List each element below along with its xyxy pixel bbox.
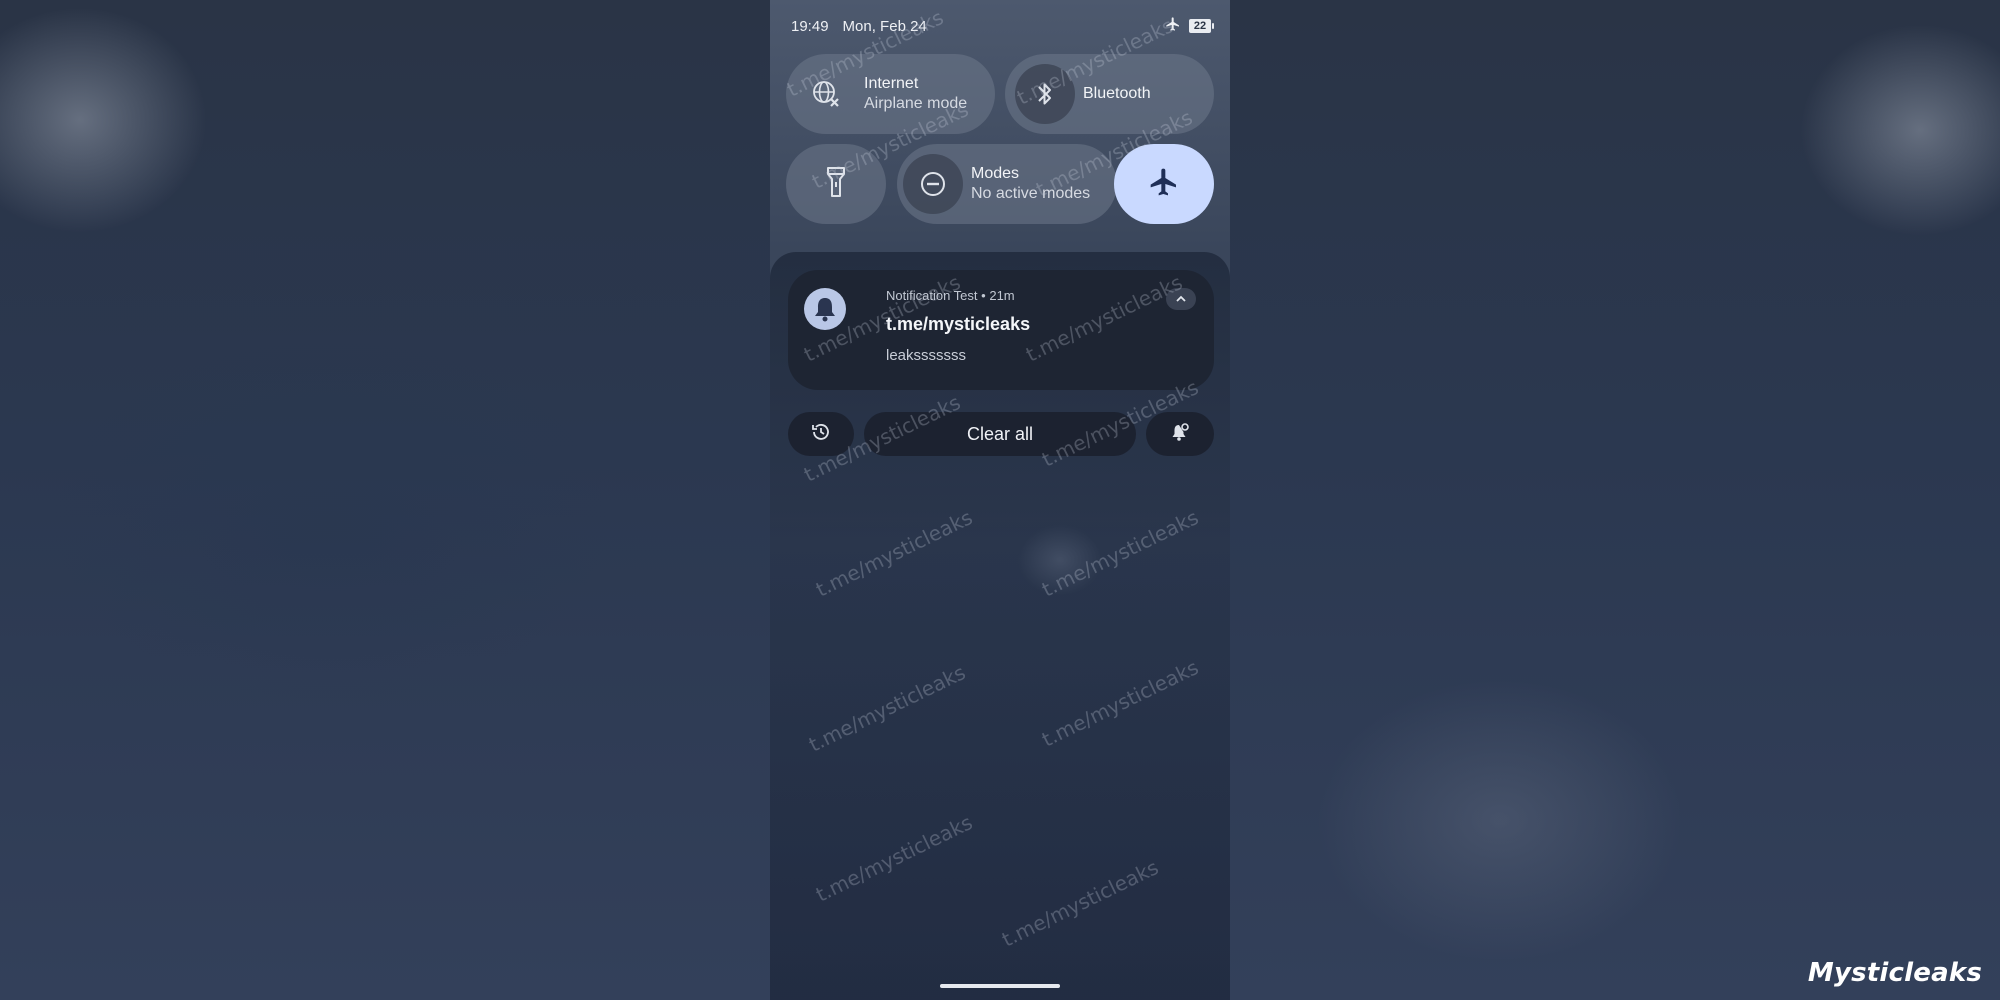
internet-title: Internet (864, 75, 919, 92)
airplane-icon (1148, 166, 1180, 203)
brand-watermark: Mysticleaks (1807, 958, 1982, 988)
notification-body: leaksssssss (886, 347, 967, 364)
do-not-disturb-icon (903, 154, 963, 214)
gesture-handle[interactable] (940, 984, 1060, 988)
notification-time: 21m (989, 288, 1015, 303)
notification-separator: • (981, 288, 986, 303)
battery-icon: 22 (1189, 19, 1214, 33)
history-icon (810, 421, 832, 448)
bell-icon (804, 288, 846, 330)
bluetooth-title: Bluetooth (1083, 85, 1151, 102)
bell-settings-icon (1169, 421, 1191, 448)
status-time: 19:49 (791, 17, 829, 35)
phone-screen: 19:49 Mon, Feb 24 22 Internet Airplane m… (770, 0, 1230, 1000)
